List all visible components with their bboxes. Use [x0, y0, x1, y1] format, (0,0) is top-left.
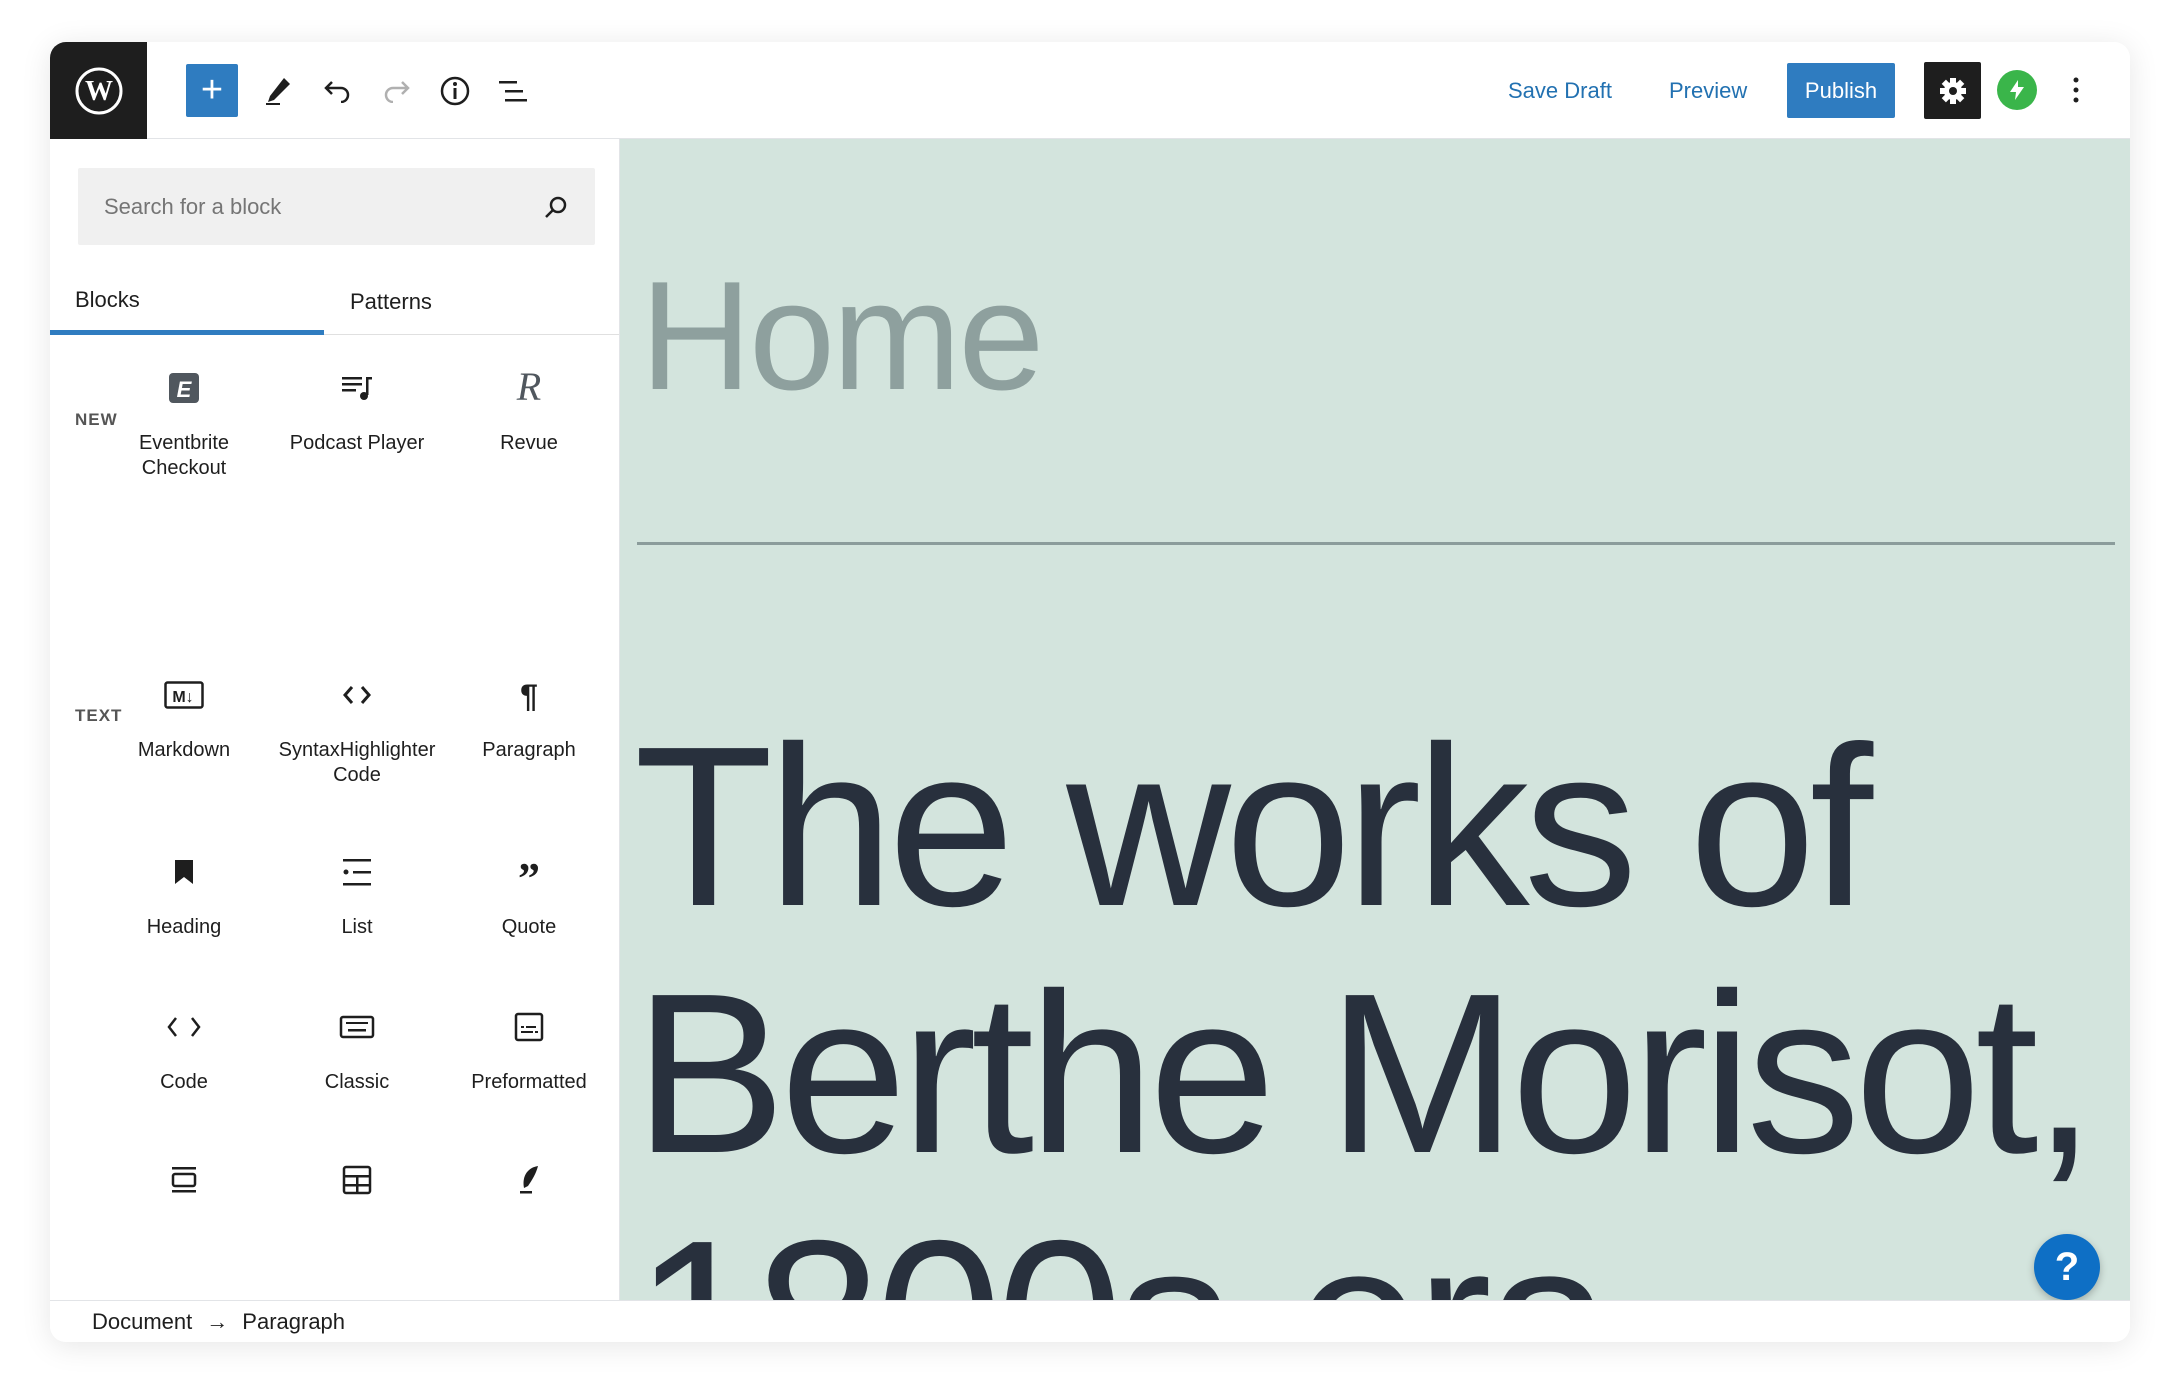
search-icon — [545, 196, 567, 218]
revue-icon: R — [443, 363, 615, 413]
editor-canvas[interactable]: Home The works of Berthe Morisot, 1800s-… — [620, 139, 2130, 1300]
breadcrumb: Document → Paragraph — [50, 1300, 2130, 1342]
block-item-label: Classic — [324, 1071, 390, 1093]
block-item[interactable] — [98, 1155, 270, 1223]
block-item[interactable]: Classic — [271, 1002, 443, 1095]
block-item-label: Revue — [500, 432, 558, 454]
svg-text:E: E — [177, 377, 193, 402]
undo-icon — [324, 80, 350, 103]
top-toolbar: W + Save Draft Preview Publish — [50, 42, 2130, 139]
page-title[interactable]: Home — [640, 258, 1044, 413]
block-item-label: Quote — [501, 916, 557, 938]
block-item[interactable]: R Revue — [443, 363, 615, 456]
block-item-label: SyntaxHighlighter Code — [278, 739, 436, 786]
block-item-label: Podcast Player — [289, 432, 425, 454]
preview-button[interactable]: Preview — [1669, 64, 1747, 117]
jetpack-button[interactable] — [1997, 70, 2037, 110]
preformatted-icon — [443, 1002, 615, 1052]
add-block-button[interactable]: + — [186, 64, 238, 117]
pencil-icon — [266, 77, 290, 105]
help-button[interactable]: ? — [2034, 1234, 2100, 1300]
markdown-icon: M↓ — [98, 670, 270, 720]
block-item[interactable] — [443, 1155, 615, 1223]
arrow-right-icon: → — [206, 1308, 229, 1334]
quote-icon: ” — [443, 847, 615, 897]
jetpack-icon — [2010, 80, 2024, 100]
save-draft-button[interactable]: Save Draft — [1508, 64, 1612, 117]
block-item[interactable]: SyntaxHighlighter Code — [271, 670, 443, 788]
settings-button[interactable] — [1924, 62, 1981, 119]
code-icon — [98, 1002, 270, 1052]
podcast-icon — [271, 363, 443, 413]
keyboard-icon — [271, 1002, 443, 1052]
list-icon — [271, 847, 443, 897]
list-view-icon — [499, 80, 527, 101]
block-item[interactable]: ¶ Paragraph — [443, 670, 615, 763]
block-item[interactable]: Heading — [98, 847, 270, 940]
svg-text:R: R — [516, 366, 541, 409]
paragraph-line: Berthe Morisot, — [634, 947, 2096, 1201]
paragraph-block[interactable]: The works of Berthe Morisot, 1800s-era — [634, 700, 2096, 1301]
details-button[interactable] — [435, 64, 475, 117]
block-item-label: Eventbrite Checkout — [138, 432, 230, 479]
plus-icon: + — [200, 69, 224, 111]
publish-button[interactable]: Publish — [1787, 63, 1895, 118]
svg-text:¶: ¶ — [520, 679, 538, 711]
svg-text:”: ” — [518, 857, 540, 887]
editor-window: W + Save Draft Preview Publish Search fo… — [50, 42, 2130, 1342]
list-view-button[interactable] — [493, 64, 533, 117]
more-vertical-icon — [2073, 77, 2079, 103]
redo-icon — [384, 80, 410, 103]
block-item-label: Paragraph — [482, 739, 576, 761]
block-item-label: List — [341, 916, 373, 938]
paragraph-line: The works of — [634, 700, 1873, 954]
wordpress-icon: W — [75, 67, 122, 114]
block-item[interactable]: Podcast Player — [271, 363, 443, 456]
block-item-label: Markdown — [137, 739, 231, 761]
info-icon — [440, 76, 470, 105]
block-item[interactable]: Preformatted — [443, 1002, 615, 1095]
svg-text:W: W — [85, 76, 113, 107]
block-item[interactable]: E Eventbrite Checkout — [98, 363, 270, 481]
block-item[interactable]: List — [271, 847, 443, 940]
block-item-label: Preformatted — [471, 1071, 587, 1093]
tools-button[interactable] — [258, 64, 298, 117]
tab-blocks[interactable]: Blocks — [50, 269, 324, 335]
search-placeholder: Search for a block — [104, 193, 282, 219]
block-item-label: Heading — [146, 916, 222, 938]
inserter-tabs: Blocks Patterns — [50, 269, 619, 335]
block-inserter: Search for a block Blocks Patterns NEW T… — [50, 139, 620, 1300]
paragraph-line: 1800s-era — [634, 1198, 2090, 1301]
paragraph-icon: ¶ — [443, 670, 615, 720]
separator-block[interactable] — [637, 542, 2115, 545]
breadcrumb-paragraph[interactable]: Paragraph — [242, 1309, 345, 1335]
breadcrumb-document[interactable]: Document — [92, 1309, 192, 1335]
pullquote-icon — [98, 1155, 270, 1205]
table-icon — [271, 1155, 443, 1205]
svg-text:M↓: M↓ — [172, 689, 193, 706]
block-item[interactable]: ” Quote — [443, 847, 615, 940]
more-options-button[interactable] — [2062, 70, 2090, 110]
block-search-input[interactable]: Search for a block — [78, 168, 595, 245]
bookmark-icon — [98, 847, 270, 897]
redo-button[interactable] — [376, 64, 416, 117]
block-item[interactable] — [271, 1155, 443, 1223]
tab-patterns[interactable]: Patterns — [350, 269, 432, 335]
verse-icon — [443, 1155, 615, 1205]
wordpress-logo[interactable]: W — [50, 42, 147, 139]
undo-button[interactable] — [318, 64, 358, 117]
block-item-label: Code — [160, 1071, 208, 1093]
block-item[interactable]: M↓ Markdown — [98, 670, 270, 763]
eventbrite-icon: E — [98, 363, 270, 413]
code-brackets-icon — [271, 670, 443, 720]
gear-icon — [1939, 77, 1966, 104]
block-item[interactable]: Code — [98, 1002, 270, 1095]
